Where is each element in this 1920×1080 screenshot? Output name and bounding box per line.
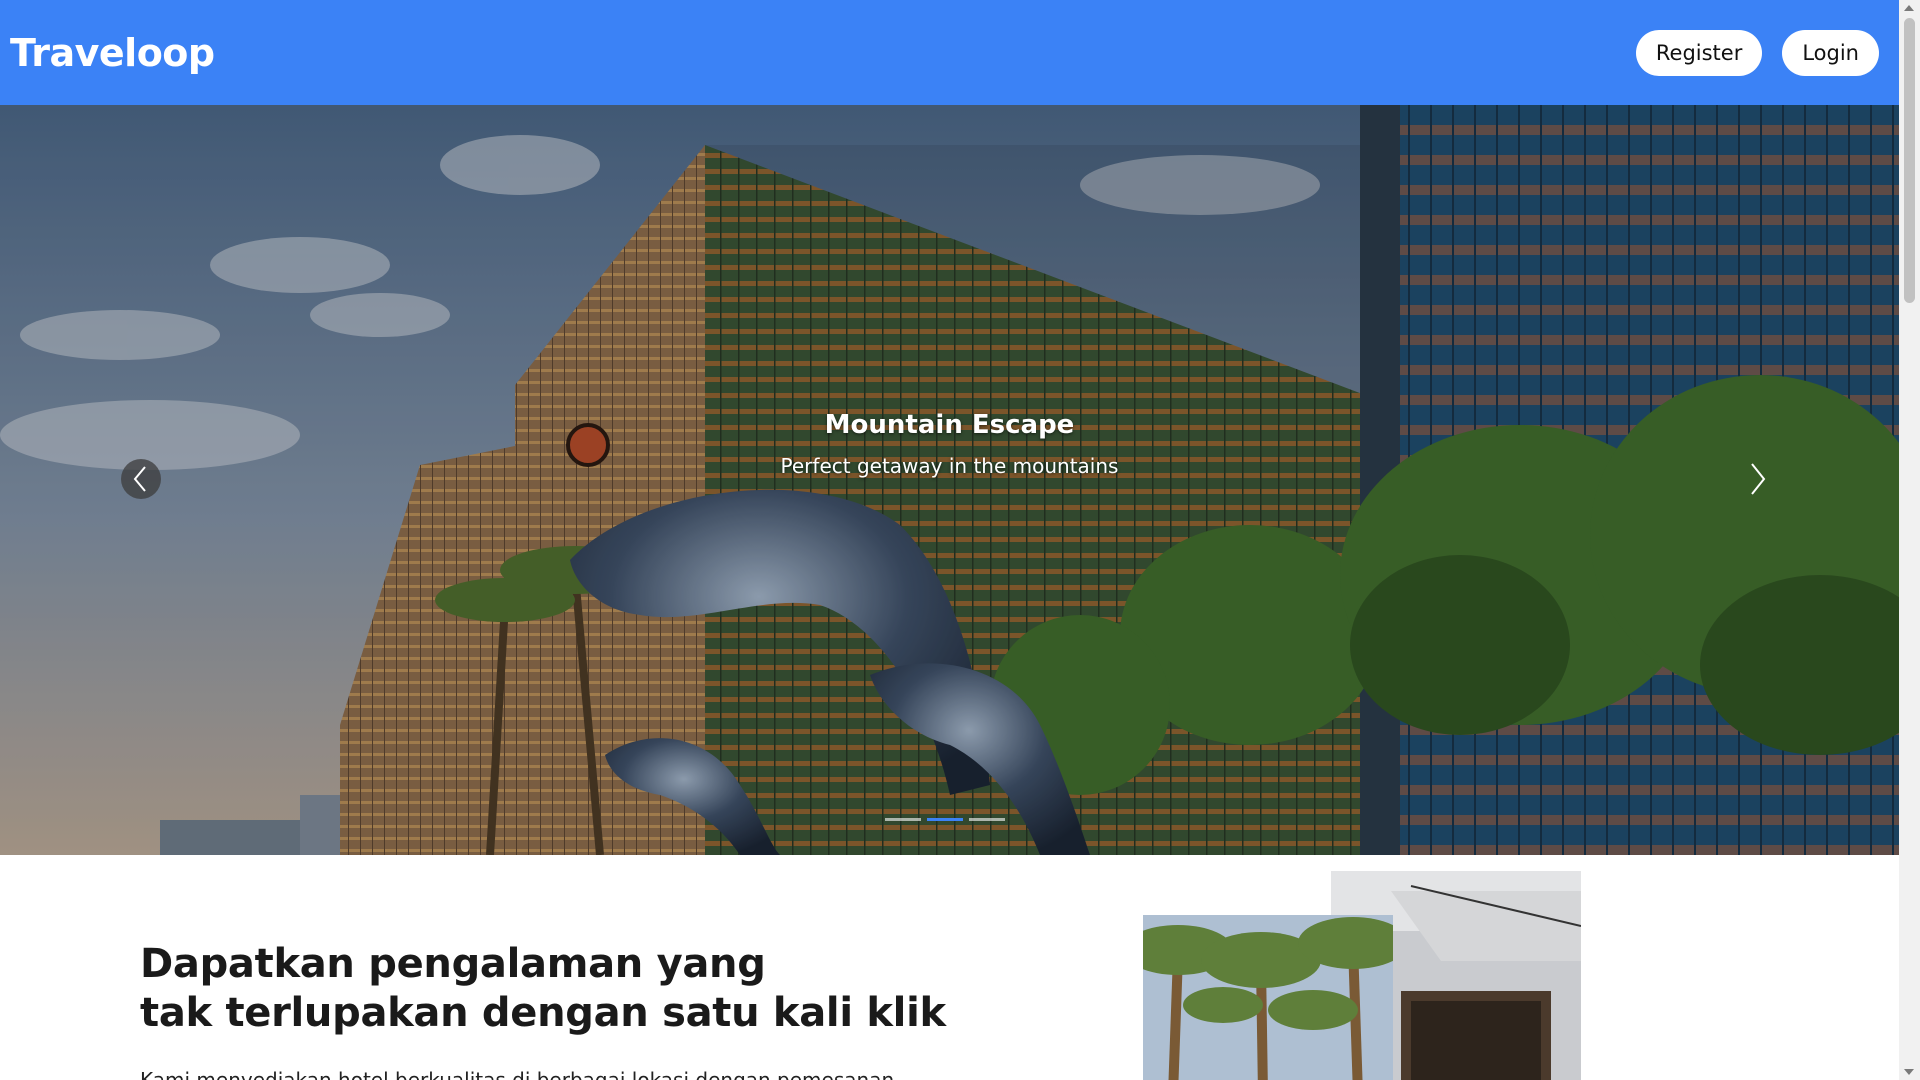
- page-scrollbar[interactable]: [1899, 0, 1920, 1080]
- chevron-left-icon: [133, 466, 146, 492]
- scroll-up-arrow-icon[interactable]: [1904, 5, 1914, 11]
- intro-paragraph: Kami menyediakan hotel berkualitas di be…: [140, 1068, 895, 1080]
- chevron-right-icon: [1751, 463, 1766, 495]
- intro-heading: Dapatkan pengalaman yang tak terlupakan …: [140, 940, 960, 1038]
- register-button[interactable]: Register: [1635, 29, 1763, 76]
- hero-carousel: Mountain Escape Perfect getaway in the m…: [0, 105, 1899, 855]
- intro-heading-line-1: Dapatkan pengalaman yang: [140, 941, 766, 987]
- brand-logo[interactable]: Traveloop: [10, 31, 215, 75]
- carousel-indicators: [885, 818, 1005, 821]
- carousel-indicator-1[interactable]: [885, 818, 921, 821]
- scrollbar-thumb[interactable]: [1904, 18, 1915, 303]
- carousel-indicator-2[interactable]: [927, 818, 963, 821]
- slide-caption: Mountain Escape Perfect getaway in the m…: [0, 410, 1899, 478]
- login-button[interactable]: Login: [1782, 29, 1879, 76]
- top-navbar: Traveloop Register Login: [0, 0, 1899, 105]
- slide-title: Mountain Escape: [824, 410, 1075, 440]
- scroll-down-arrow-icon[interactable]: [1904, 1069, 1914, 1075]
- intro-section: Dapatkan pengalaman yang tak terlupakan …: [140, 940, 960, 1080]
- palm-trees-image: [1143, 915, 1393, 1080]
- carousel-prev-button[interactable]: [121, 459, 161, 499]
- carousel-indicator-3[interactable]: [969, 818, 1005, 821]
- slide-subtitle: Perfect getaway in the mountains: [780, 454, 1119, 478]
- intro-heading-line-2: tak terlupakan dengan satu kali klik: [140, 990, 946, 1036]
- carousel-next-button[interactable]: [1738, 459, 1778, 499]
- slide-image: [0, 105, 1899, 855]
- page: Traveloop Register Login Mountain Escape…: [0, 0, 1920, 1080]
- nav-actions: Register Login: [1635, 29, 1879, 76]
